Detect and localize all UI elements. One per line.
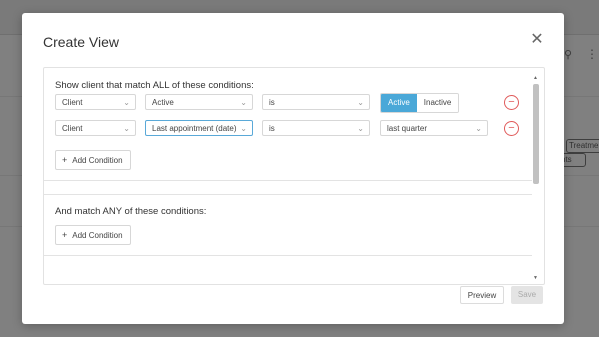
chevron-down-icon: ⌄	[240, 124, 247, 133]
operator-select-value: is	[269, 124, 275, 133]
chevron-down-icon: ⌄	[123, 124, 130, 133]
add-condition-label: Add Condition	[72, 156, 123, 165]
field-select[interactable]: Client ⌄	[55, 94, 136, 110]
field-select-value: Client	[62, 124, 83, 133]
field-select-value: Client	[62, 98, 83, 107]
attribute-select-value: Active	[152, 98, 174, 107]
field-select[interactable]: Client ⌄	[55, 120, 136, 136]
value-select-value: last quarter	[387, 124, 428, 133]
scrollbar-thumb[interactable]	[533, 84, 539, 184]
more-vertical-icon: ⋮	[586, 47, 598, 61]
operator-select-value: is	[269, 98, 275, 107]
scroll-up-icon[interactable]: ▲	[533, 75, 538, 81]
attribute-select[interactable]: Last appointment (date) ⌄	[145, 120, 253, 136]
all-conditions-title: Show client that match ALL of these cond…	[55, 80, 254, 91]
plus-icon: +	[62, 155, 68, 165]
attribute-select-value: Last appointment (date)	[152, 124, 237, 133]
chevron-down-icon: ⌄	[357, 124, 364, 133]
toggle-active[interactable]: Active	[381, 94, 417, 112]
operator-select[interactable]: is ⌄	[262, 94, 370, 110]
close-icon[interactable]: ✕	[529, 32, 545, 48]
save-button[interactable]: Save	[511, 286, 543, 304]
any-conditions-title: And match ANY of these conditions:	[55, 206, 207, 217]
add-condition-label: Add Condition	[72, 231, 123, 240]
operator-select[interactable]: is ⌄	[262, 120, 370, 136]
add-condition-button[interactable]: + Add Condition	[55, 225, 131, 245]
chevron-down-icon: ⌄	[240, 98, 247, 107]
any-conditions-section: And match ANY of these conditions: + Add …	[44, 194, 532, 256]
scrollbar[interactable]: ▲ ▼	[532, 75, 541, 281]
modal-title: Create View	[43, 34, 120, 50]
scroll-down-icon[interactable]: ▼	[533, 275, 538, 281]
search-icon: ⚲	[564, 49, 573, 61]
create-view-modal: Create View ✕ Show client that match ALL…	[22, 13, 564, 324]
remove-condition-button[interactable]: −	[504, 121, 519, 136]
value-select[interactable]: last quarter ⌄	[380, 120, 488, 136]
background-chip: Treatments	[566, 139, 599, 153]
chevron-down-icon: ⌄	[475, 124, 482, 133]
attribute-select[interactable]: Active ⌄	[145, 94, 253, 110]
plus-icon: +	[62, 230, 68, 240]
toggle-inactive[interactable]: Inactive	[416, 94, 459, 112]
add-condition-button[interactable]: + Add Condition	[55, 150, 131, 170]
remove-condition-button[interactable]: −	[504, 95, 519, 110]
status-toggle[interactable]: Active Inactive	[380, 93, 460, 113]
all-conditions-section: Show client that match ALL of these cond…	[44, 68, 532, 181]
conditions-panel[interactable]: Show client that match ALL of these cond…	[43, 67, 545, 285]
chevron-down-icon: ⌄	[123, 98, 130, 107]
chevron-down-icon: ⌄	[357, 98, 364, 107]
preview-button[interactable]: Preview	[460, 286, 504, 304]
